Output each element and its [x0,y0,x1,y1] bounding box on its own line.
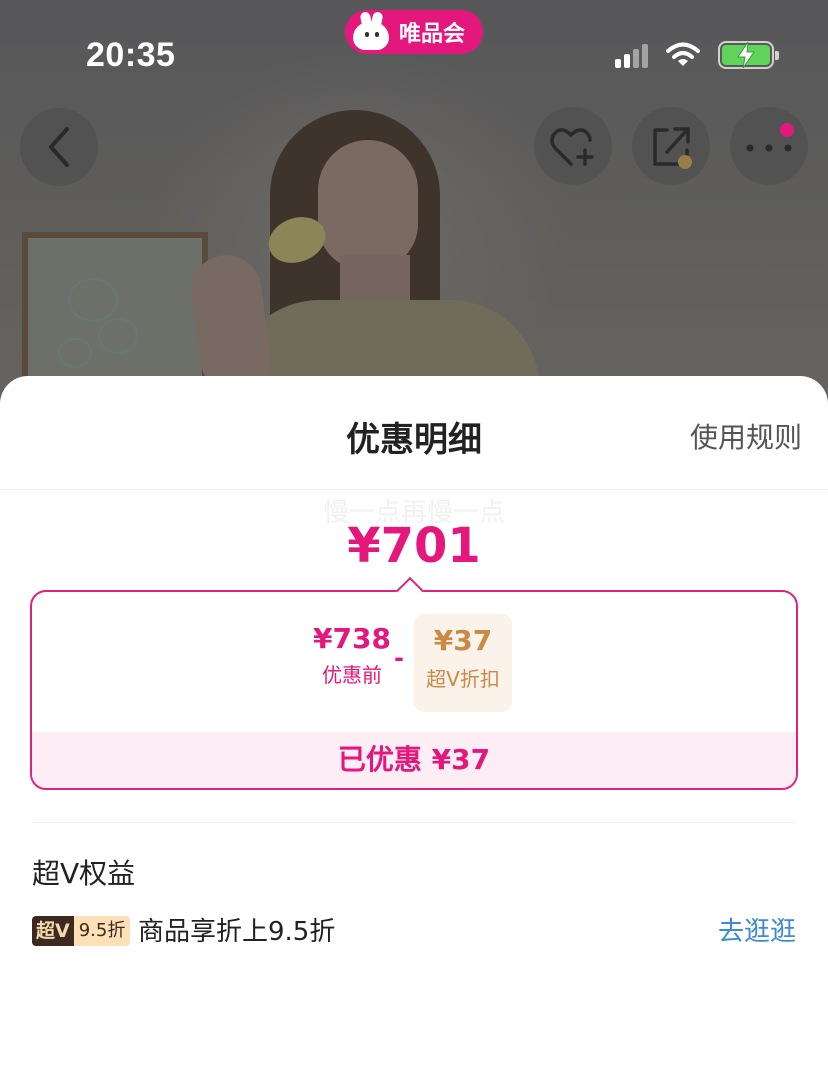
super-v-discount-block: ¥37 超V折扣 [414,614,512,712]
divider [32,822,796,823]
coin-badge-icon [678,155,692,169]
notification-dot-icon [780,123,794,137]
benefits-section-title: 超V权益 [32,857,136,890]
more-button[interactable] [730,107,808,185]
heart-plus-icon [550,128,594,166]
super-v-badge-label: 超V [32,916,74,946]
more-dots-icon [746,144,792,152]
original-price-label: 优惠前 [322,663,382,687]
final-price: ¥701 [347,518,481,574]
rabbit-mascot-icon [351,11,391,52]
cellular-signal-icon [615,42,648,68]
sheet-header: 优惠明细 使用规则 [0,376,828,490]
original-price-block: ¥738 优惠前 [302,622,402,688]
super-v-badge: 超V 9.5折 [32,916,131,946]
original-price: ¥738 [313,622,391,655]
back-button[interactable] [20,108,98,186]
super-v-badge-rate: 9.5折 [73,916,131,946]
favorite-button[interactable] [534,107,612,185]
discount-detail-sheet: 优惠明细 使用规则 慢一点再慢一点 ¥701 ¥738 优惠前 - ¥37 超V… [0,376,828,1076]
app-return-pill[interactable]: 唯品会 [345,10,483,54]
minus-operator: - [394,644,404,672]
status-bar: 20:35 唯品会 [0,0,828,100]
share-button[interactable] [632,107,710,185]
total-saved-bar: 已优惠 ¥37 [32,732,796,788]
chevron-left-icon [49,127,69,167]
discount-amount: ¥37 [433,624,493,657]
status-time: 20:35 [86,36,176,74]
go-shopping-link[interactable]: 去逛逛 [718,914,796,950]
discount-label: 超V折扣 [426,667,500,691]
super-v-benefit-row: 超V 9.5折 商品享折上9.5折 去逛逛 [32,914,796,950]
benefit-description: 商品享折上9.5折 [138,917,336,947]
wifi-icon [666,42,700,66]
app-pill-label: 唯品会 [399,22,466,47]
price-breakdown-card: ¥738 优惠前 - ¥37 超V折扣 已优惠 ¥37 [30,576,798,790]
battery-charging-icon [718,41,779,69]
usage-rules-link[interactable]: 使用规则 [690,416,802,456]
